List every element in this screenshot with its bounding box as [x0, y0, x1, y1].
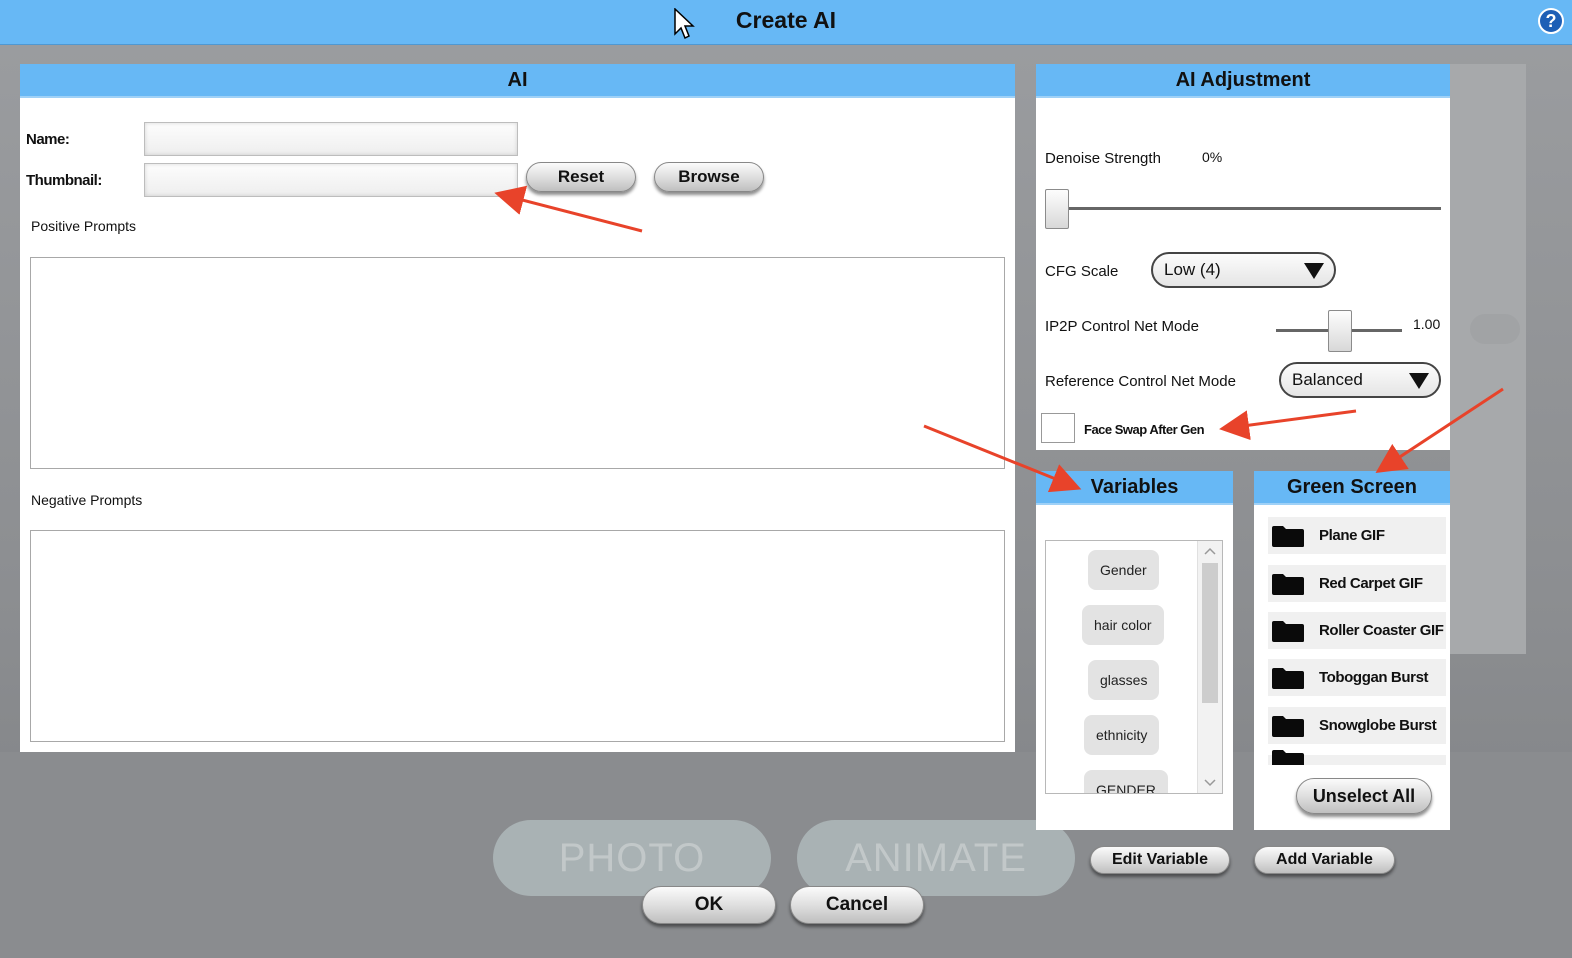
green-screen-header: Green Screen	[1254, 471, 1450, 505]
reference-control-net-dropdown[interactable]: Balanced	[1279, 362, 1441, 398]
folder-icon	[1272, 525, 1304, 547]
ai-panel-header: AI	[20, 64, 1015, 98]
green-screen-item[interactable]: Toboggan Burst	[1268, 659, 1446, 696]
browse-button[interactable]: Browse	[654, 162, 764, 192]
cancel-button[interactable]: Cancel	[790, 886, 924, 924]
help-icon[interactable]: ?	[1538, 8, 1564, 34]
chevron-down-icon	[1304, 263, 1324, 279]
ai-adjustment-panel: AI Adjustment Denoise Strength 0% CFG Sc…	[1036, 64, 1450, 450]
ai-panel: AI Name: Thumbnail: Reset Browse Positiv…	[20, 64, 1015, 752]
ip2p-control-net-slider[interactable]	[1276, 310, 1402, 352]
folder-icon	[1272, 620, 1304, 642]
folder-icon	[1272, 573, 1304, 595]
variable-chip[interactable]: glasses	[1088, 660, 1160, 700]
negative-prompts-label: Negative Prompts	[31, 492, 143, 508]
reference-control-net-value: Balanced	[1292, 370, 1363, 389]
window-title: Create AI	[735, 7, 837, 33]
green-screen-item-partial[interactable]	[1268, 750, 1446, 765]
scroll-up-icon[interactable]	[1204, 547, 1216, 555]
ip2p-control-net-value: 1.00	[1413, 316, 1441, 332]
denoise-strength-value: 0%	[1202, 149, 1223, 165]
denoise-slider-thumb[interactable]	[1045, 189, 1069, 229]
folder-icon	[1272, 715, 1304, 737]
green-screen-item-label: Roller Coaster GIF	[1319, 622, 1444, 639]
scroll-down-icon[interactable]	[1204, 779, 1216, 787]
title-bar: Create AI ?	[0, 0, 1572, 45]
face-swap-checkbox[interactable]	[1041, 413, 1075, 443]
mouse-cursor-icon	[674, 8, 695, 40]
positive-prompts-label: Positive Prompts	[31, 218, 137, 234]
add-variable-button[interactable]: Add Variable	[1254, 846, 1395, 874]
reset-button[interactable]: Reset	[526, 162, 636, 192]
reference-control-net-label: Reference Control Net Mode	[1045, 373, 1236, 390]
ok-button[interactable]: OK	[642, 886, 776, 924]
green-screen-item-label: Snowglobe Burst	[1319, 717, 1437, 734]
name-input[interactable]	[144, 122, 518, 156]
green-screen-item[interactable]: Snowglobe Burst	[1268, 707, 1446, 744]
green-screen-item-label: Plane GIF	[1319, 527, 1385, 544]
variables-scroll-thumb[interactable]	[1202, 563, 1218, 703]
cfg-scale-dropdown[interactable]: Low (4)	[1151, 252, 1336, 288]
variables-panel: Variables Gender hair color glasses ethn…	[1036, 471, 1233, 830]
name-label: Name:	[26, 131, 70, 148]
green-screen-item[interactable]: Roller Coaster GIF	[1268, 612, 1446, 649]
thumbnail-label: Thumbnail:	[26, 172, 102, 189]
cfg-scale-value: Low (4)	[1164, 260, 1221, 279]
background-animate-button: ANIMATE	[797, 820, 1075, 896]
variables-header: Variables	[1036, 471, 1233, 505]
ai-adjustment-header: AI Adjustment	[1036, 64, 1450, 98]
variables-list[interactable]: Gender hair color glasses ethnicity GEND…	[1045, 540, 1223, 794]
green-screen-item-label: Toboggan Burst	[1319, 669, 1429, 686]
chevron-down-icon	[1409, 373, 1429, 389]
positive-prompts-textarea[interactable]	[30, 257, 1005, 469]
folder-icon	[1272, 667, 1304, 689]
variable-chip[interactable]: ethnicity	[1084, 715, 1160, 755]
cfg-scale-label: CFG Scale	[1045, 263, 1119, 280]
thumbnail-input[interactable]	[144, 163, 518, 197]
green-screen-panel: Green Screen Plane GIF Red Carpet GIF Ro…	[1254, 471, 1450, 830]
variable-chip[interactable]: GENDER	[1084, 770, 1168, 793]
variables-scrollbar[interactable]	[1197, 541, 1222, 793]
background-photo-button: PHOTO	[493, 820, 771, 896]
background-dropdown-arrow-icon	[1470, 314, 1520, 344]
unselect-all-button[interactable]: Unselect All	[1296, 778, 1432, 814]
denoise-strength-label: Denoise Strength	[1045, 150, 1161, 167]
green-screen-item-label: Red Carpet GIF	[1319, 575, 1423, 592]
green-screen-item[interactable]: Red Carpet GIF	[1268, 565, 1446, 602]
green-screen-list[interactable]: Plane GIF Red Carpet GIF Roller Coaster …	[1254, 515, 1450, 765]
face-swap-label: Face Swap After Gen	[1084, 422, 1205, 437]
green-screen-item[interactable]: Plane GIF	[1268, 517, 1446, 554]
background-panel-right	[1450, 64, 1526, 654]
denoise-strength-slider[interactable]	[1045, 188, 1441, 229]
folder-icon	[1272, 750, 1304, 765]
negative-prompts-textarea[interactable]	[30, 530, 1005, 742]
ip2p-control-net-label: IP2P Control Net Mode	[1045, 318, 1199, 335]
variable-chip[interactable]: hair color	[1082, 605, 1164, 645]
ip2p-slider-thumb[interactable]	[1328, 310, 1352, 352]
variable-chip[interactable]: Gender	[1088, 550, 1159, 590]
denoise-slider-track	[1045, 207, 1441, 210]
edit-variable-button[interactable]: Edit Variable	[1090, 846, 1230, 874]
